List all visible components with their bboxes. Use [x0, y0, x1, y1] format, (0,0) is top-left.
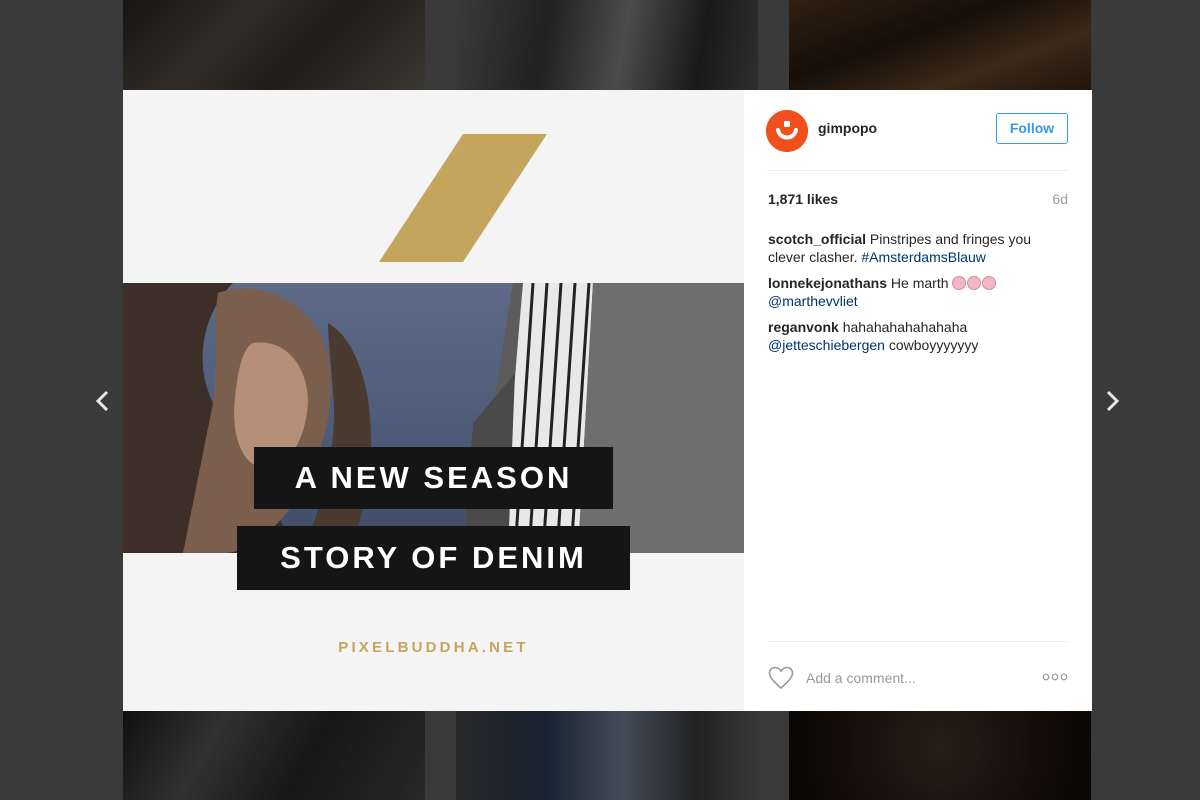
comments-list: scotch_official Pinstripes and fringes y…: [768, 230, 1068, 362]
comment-username[interactable]: scotch_official: [768, 231, 866, 247]
grid-thumbnail[interactable]: [456, 711, 758, 800]
likes-count[interactable]: 1,871 likes: [768, 191, 838, 207]
next-post-button[interactable]: [1097, 385, 1127, 417]
chevron-right-icon: [1106, 390, 1120, 412]
headline-new-season: A NEW SEASON: [254, 447, 613, 509]
heart-icon[interactable]: [768, 666, 794, 690]
grid-thumbnail[interactable]: [123, 0, 425, 90]
grid-thumbnail[interactable]: [456, 0, 758, 90]
emoji-icon: [952, 275, 997, 291]
previous-post-button[interactable]: [88, 385, 118, 417]
comment-text: He marth: [890, 275, 949, 291]
gold-slash-graphic: [379, 134, 547, 262]
comment-text: cowboyyyyyyy: [888, 337, 979, 353]
grid-thumbnail[interactable]: [789, 0, 1091, 90]
comment-bar: [768, 641, 1068, 712]
site-watermark: PIXELBUDDHA.NET: [338, 639, 529, 656]
more-options-icon[interactable]: [1042, 672, 1068, 682]
post-sidebar: gimpopo Follow 1,871 likes 6d scotch_off…: [744, 90, 1092, 711]
comment: scotch_official Pinstripes and fringes y…: [768, 230, 1068, 266]
grid-thumbnail[interactable]: [123, 711, 425, 800]
hashtag-link[interactable]: #AmsterdamsBlauw: [861, 249, 986, 265]
comment-username[interactable]: lonnekejonathans: [768, 275, 887, 291]
headline-story-of-denim: STORY OF DENIM: [237, 526, 630, 590]
add-comment-input[interactable]: [804, 666, 1018, 690]
comment-username[interactable]: reganvonk: [768, 319, 839, 335]
post-header-divider: [766, 90, 1068, 171]
post-age[interactable]: 6d: [1052, 191, 1068, 207]
mention-link[interactable]: @marthevvliet: [768, 293, 858, 309]
grid-thumbnail[interactable]: [789, 711, 1091, 800]
mention-link[interactable]: @jetteschiebergen: [768, 337, 885, 353]
comment: lonnekejonathans He marth @marthevvliet: [768, 274, 1068, 310]
comment-text: hahahahahahahaha: [842, 319, 968, 335]
post-modal: A NEW SEASON STORY OF DENIM PIXELBUDDHA.…: [123, 90, 1092, 711]
post-image[interactable]: A NEW SEASON STORY OF DENIM PIXELBUDDHA.…: [123, 90, 744, 711]
comment: reganvonk hahahahahahahaha @jetteschiebe…: [768, 318, 1068, 354]
chevron-left-icon: [95, 390, 109, 412]
